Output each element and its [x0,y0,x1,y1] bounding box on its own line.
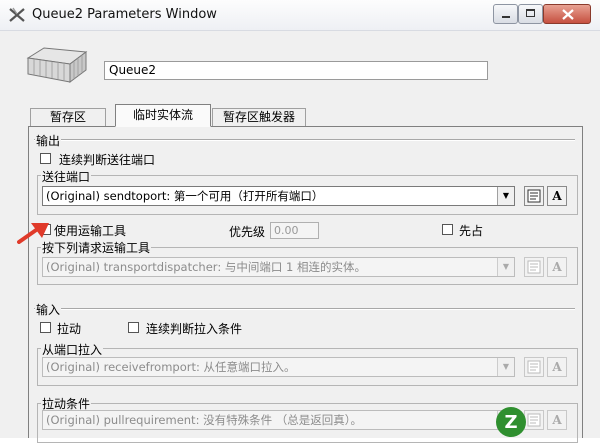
pull-from-port-select[interactable]: (Original) receivefromport: 从任意端口拉入。 ▼ [42,357,515,377]
title-bar[interactable]: Queue2 Parameters Window [0,0,600,31]
maximize-icon [526,9,535,17]
send-to-port-value: (Original) sendtoport: 第一个可用（打开所有端口） [46,189,324,203]
transport-dispatcher-select[interactable]: (Original) transportdispatcher: 与中间端口 1 … [42,257,515,277]
priority-input[interactable]: 0.00 [270,222,319,239]
window-title: Queue2 Parameters Window [32,7,217,22]
priority-label: 优先级 [229,225,266,239]
pull-from-port-font-button[interactable]: A [547,357,567,377]
send-to-port-label: 送往端口 [41,168,92,185]
transport-code-button[interactable] [524,257,544,277]
font-a-icon: A [552,260,562,274]
continuous-pull-checkbox[interactable] [128,322,139,333]
input-separator [34,308,575,310]
watermark-logo-icon: Z [496,407,526,437]
chevron-down-icon[interactable]: ▼ [497,358,514,376]
font-a-icon: A [552,360,562,374]
code-editor-icon [527,413,541,427]
minimize-icon [502,16,510,18]
continuous-send-label: 连续判断送往端口 [59,153,156,167]
red-annotation-arrow-icon [17,223,49,244]
chevron-down-icon[interactable]: ▼ [497,187,514,205]
maximize-button[interactable] [518,4,543,24]
send-to-port-select[interactable]: (Original) sendtoport: 第一个可用（打开所有端口） ▼ [42,186,515,206]
transport-dispatcher-value: (Original) transportdispatcher: 与中间端口 1 … [46,260,366,274]
parameters-window: Queue2 Parameters Window Queue2 暂存区 临时实体… [0,0,600,443]
input-section-label: 输入 [35,301,62,318]
pull-condition-select[interactable]: (Original) pullrequirement: 没有特殊条件 （总是返回… [42,410,515,430]
pull-from-port-value: (Original) receivefromport: 从任意端口拉入。 [46,360,296,374]
flow-tab-panel: 输出 连续判断送往端口 送往端口 (Original) sendtoport: … [28,126,583,443]
use-transport-label: 使用运输工具 [54,224,127,238]
pull-from-port-code-button[interactable] [524,357,544,377]
pull-condition-code-button[interactable] [524,410,544,430]
pull-condition-value: (Original) pullrequirement: 没有特殊条件 （总是返回… [46,413,363,427]
minimize-button[interactable] [493,4,518,24]
tab-flow[interactable]: 临时实体流 [115,104,211,127]
pull-label: 拉动 [57,322,82,336]
tab-queue[interactable]: 暂存区 [30,108,106,126]
output-section-label: 输出 [35,132,62,149]
queue-object-icon [26,47,88,83]
pull-condition-font-button[interactable]: A [547,410,567,430]
output-separator [34,139,575,141]
send-to-port-code-button[interactable] [524,186,544,206]
flexsim-app-icon [9,7,25,22]
font-a-icon: A [552,413,562,427]
tab-triggers[interactable]: 暂存区触发器 [212,108,306,126]
close-icon [562,9,574,20]
continuous-pull-label: 连续判断拉入条件 [146,322,243,336]
chevron-down-icon[interactable]: ▼ [497,258,514,276]
continuous-send-checkbox[interactable] [40,153,51,164]
pull-from-port-label: 从端口拉入 [41,341,104,358]
transport-group-label: 按下列请求运输工具 [41,239,152,256]
watermark-letter: Z [504,412,517,433]
code-editor-icon [527,360,541,374]
code-editor-icon [527,189,541,203]
close-button[interactable] [543,4,591,24]
preempt-checkbox[interactable] [442,224,453,235]
send-to-port-font-button[interactable]: A [547,186,567,206]
code-editor-icon [527,260,541,274]
font-a-icon: A [552,189,562,203]
object-name-input[interactable]: Queue2 [104,61,488,80]
transport-font-button[interactable]: A [547,257,567,277]
preempt-label: 先占 [459,224,484,238]
pull-checkbox[interactable] [40,322,51,333]
